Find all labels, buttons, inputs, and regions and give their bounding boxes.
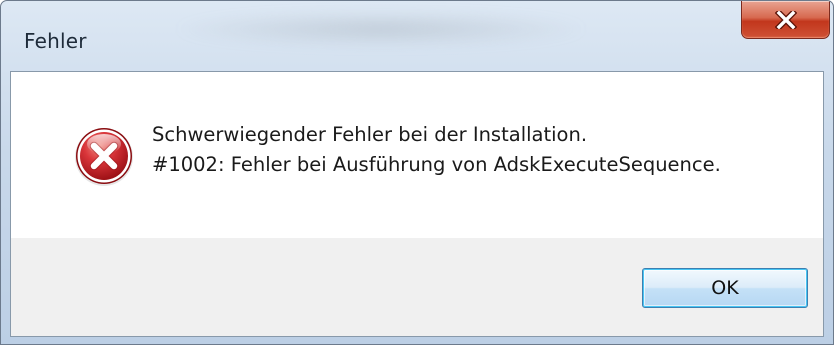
title-bar[interactable]: Fehler — [1, 1, 833, 71]
message-area: Schwerwiegender Fehler bei der Installat… — [11, 72, 823, 238]
dialog-client-area: Schwerwiegender Fehler bei der Installat… — [10, 71, 824, 337]
ok-button[interactable]: OK — [642, 268, 808, 308]
error-icon — [72, 124, 136, 188]
error-message-line-2: #1002: Fehler bei Ausführung von AdskExe… — [152, 153, 721, 176]
close-button[interactable] — [741, 1, 830, 39]
error-message-line-1: Schwerwiegender Fehler bei der Installat… — [152, 123, 588, 146]
window-title: Fehler — [24, 29, 87, 53]
close-icon — [774, 10, 797, 29]
error-message: Schwerwiegender Fehler bei der Installat… — [152, 120, 721, 180]
title-bar-blur — [171, 11, 591, 47]
error-dialog-window: Fehler Schwerwiegender Fehler bei der In… — [0, 0, 834, 345]
ok-button-label: OK — [711, 277, 739, 299]
